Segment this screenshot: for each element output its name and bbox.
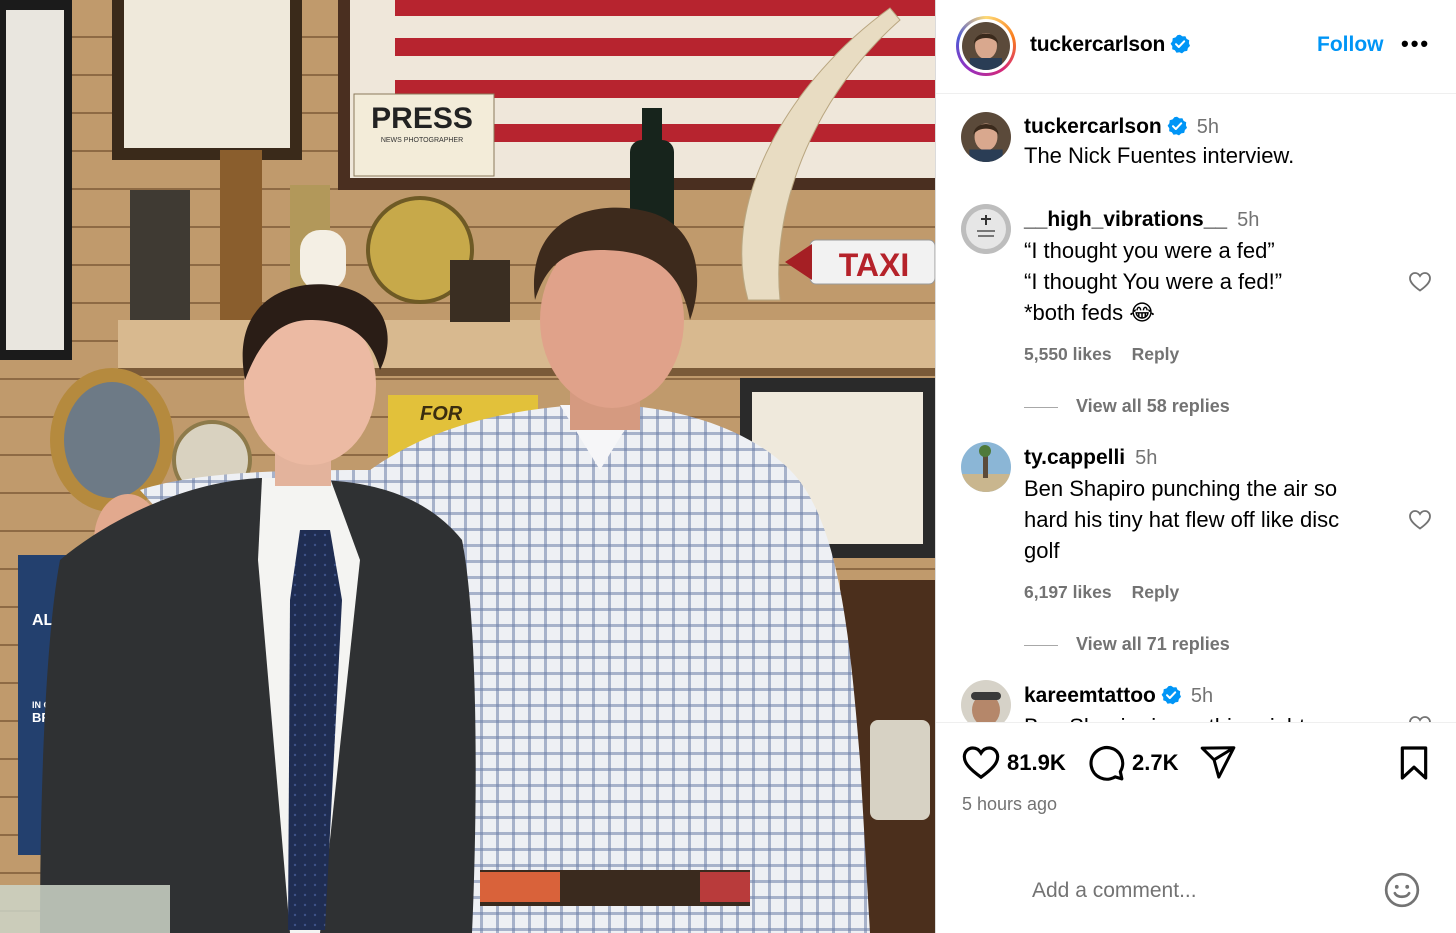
post-photo[interactable]: PRESS NEWS PHOTOGRAPHER TAXI FOR ALP IN …	[0, 0, 935, 933]
post-actions: 81.9K 2.7K 5 hours ago	[936, 722, 1456, 933]
post-header: tuckercarlson Follow •••	[936, 0, 1456, 94]
comment-text: Ben Shapiro is seething right now	[1024, 711, 1352, 722]
verified-badge-icon	[1170, 34, 1191, 54]
avatar-image	[961, 112, 1011, 162]
follow-button[interactable]: Follow	[1317, 33, 1384, 57]
comment-text: Ben Shapiro punching the air so hard his…	[1024, 473, 1339, 566]
comment-username-text[interactable]: ty.cappelli	[1024, 446, 1125, 469]
caption-avatar[interactable]	[961, 112, 1011, 162]
press-sign-sub: NEWS PHOTOGRAPHER	[381, 137, 463, 144]
post-photo-scene: PRESS NEWS PHOTOGRAPHER TAXI FOR ALP IN …	[0, 0, 935, 933]
comment-line: Ben Shapiro is seething right now	[1024, 711, 1352, 722]
caption-username-text[interactable]: tuckercarlson	[1024, 115, 1162, 138]
avatar-image	[962, 22, 1010, 70]
verified-badge-icon	[1167, 116, 1187, 136]
comment-likes[interactable]: 6,197 likes	[1024, 582, 1112, 602]
likes-count[interactable]: 81.9K	[1007, 750, 1066, 776]
like-comment-heart-icon[interactable]	[1408, 714, 1432, 722]
heart-icon	[962, 746, 1000, 780]
comment-meta: 6,197 likes Reply	[1024, 582, 1199, 603]
view-replies-label[interactable]: View all 58 replies	[1076, 396, 1230, 416]
caption-username[interactable]: tuckercarlson 5h	[1024, 115, 1219, 139]
comment-username[interactable]: kareemtattoo 5h	[1024, 684, 1213, 708]
taxi-sign-text: TAXI	[839, 247, 910, 283]
caption-text: The Nick Fuentes interview.	[1024, 143, 1295, 168]
comments-feed[interactable]: tuckercarlson 5h The Nick Fuentes intervi…	[936, 94, 1456, 722]
reply-button[interactable]: Reply	[1132, 582, 1180, 602]
replies-divider-line	[1024, 406, 1058, 408]
comment-button[interactable]: 2.7K	[1086, 743, 1178, 783]
avatar-image	[961, 204, 1011, 254]
story-avatar[interactable]	[956, 16, 1016, 76]
comment-username-text[interactable]: kareemtattoo	[1024, 684, 1156, 707]
caption-time[interactable]: 5h	[1197, 116, 1219, 138]
reply-button[interactable]: Reply	[1132, 344, 1180, 364]
comment-avatar[interactable]	[961, 680, 1011, 722]
view-replies-label[interactable]: View all 71 replies	[1076, 634, 1230, 654]
comment-line: *both feds 😂	[1024, 300, 1155, 325]
comment-line: “I thought you were a fed”	[1024, 238, 1275, 263]
comment-line: Ben Shapiro punching the air so	[1024, 476, 1338, 501]
post-side-panel: tuckercarlson Follow ••• tuckercarlson 5h…	[935, 0, 1456, 933]
comment-time[interactable]: 5h	[1237, 209, 1259, 231]
comment-username-text[interactable]: __high_vibrations__	[1024, 208, 1227, 231]
comment-line: “I thought You were a fed!”	[1024, 269, 1283, 294]
add-comment-box	[936, 848, 1456, 933]
comment-avatar[interactable]	[961, 204, 1011, 254]
view-replies-button[interactable]: View all 58 replies	[1024, 396, 1230, 417]
for-sign-text: FOR	[420, 403, 463, 425]
press-sign-text: PRESS	[371, 102, 473, 135]
comment-line: hard his tiny hat flew off like disc	[1024, 507, 1340, 532]
avatar-image	[961, 442, 1011, 492]
comment-username[interactable]: __high_vibrations__ 5h	[1024, 208, 1259, 232]
comment-text: “I thought you were a fed” “I thought Yo…	[1024, 235, 1282, 328]
header-username[interactable]: tuckercarlson	[1030, 33, 1191, 57]
paper-plane-icon	[1200, 746, 1236, 779]
avatar	[962, 22, 1010, 70]
save-button[interactable]	[1394, 743, 1434, 783]
more-options-icon[interactable]: •••	[1401, 31, 1430, 57]
like-comment-heart-icon[interactable]	[1408, 508, 1432, 532]
like-button[interactable]: 81.9K	[961, 743, 1066, 783]
comment-input[interactable]	[1032, 874, 1352, 908]
replies-divider-line	[1024, 644, 1058, 646]
comment-time[interactable]: 5h	[1135, 447, 1157, 469]
comments-count[interactable]: 2.7K	[1132, 750, 1178, 776]
like-comment-heart-icon[interactable]	[1408, 270, 1432, 294]
comment-meta: 5,550 likes Reply	[1024, 344, 1199, 365]
comment-time[interactable]: 5h	[1191, 685, 1213, 707]
avatar-image	[961, 680, 1011, 722]
view-replies-button[interactable]: View all 71 replies	[1024, 634, 1230, 655]
comment-bubble-icon	[1089, 745, 1125, 781]
comment-avatar[interactable]	[961, 442, 1011, 492]
verified-badge-icon	[1161, 685, 1181, 705]
share-button[interactable]	[1199, 743, 1237, 781]
comment-username[interactable]: ty.cappelli 5h	[1024, 446, 1157, 470]
header-username-text[interactable]: tuckercarlson	[1030, 33, 1165, 56]
comment-likes[interactable]: 5,550 likes	[1024, 344, 1112, 364]
bookmark-icon	[1400, 746, 1428, 780]
post-time-ago[interactable]: 5 hours ago	[962, 794, 1057, 815]
comment-line: golf	[1024, 538, 1060, 563]
smiley-icon[interactable]	[1383, 871, 1421, 909]
